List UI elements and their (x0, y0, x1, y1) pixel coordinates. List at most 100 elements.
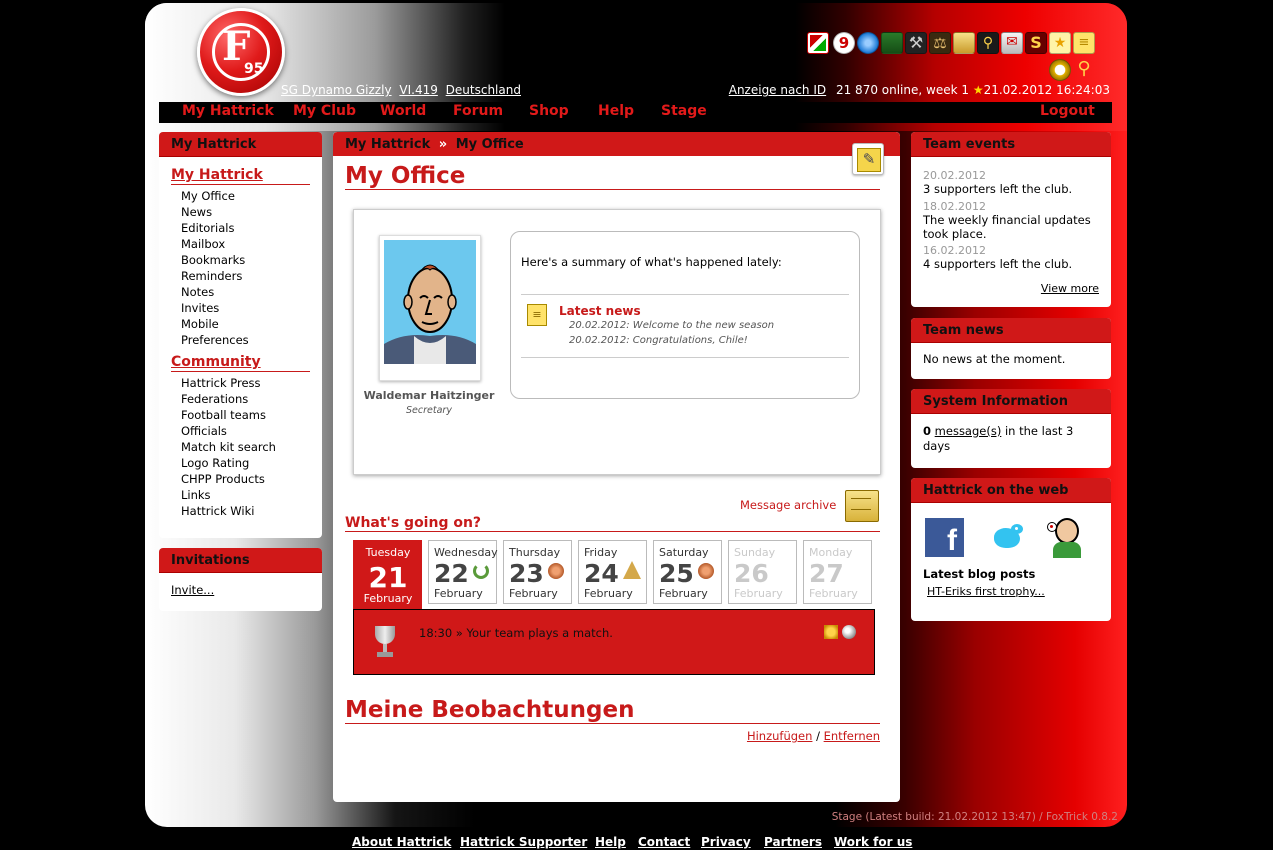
nav-forum[interactable]: Forum (453, 103, 503, 119)
trophy-icon (370, 626, 400, 660)
blog-mascot-icon[interactable] (1047, 516, 1087, 558)
footer-help-link[interactable]: Help (595, 835, 626, 849)
menu-item-officials[interactable]: Officials (181, 423, 322, 439)
ball-icon[interactable] (842, 625, 856, 639)
calendar-day[interactable]: Monday 27 February (803, 540, 872, 604)
globe-icon[interactable] (857, 32, 879, 54)
watchlist-add-link[interactable]: Hinzufügen (747, 729, 812, 743)
day-number: 23 (509, 559, 544, 588)
swirl-icon[interactable]: S (1025, 32, 1047, 54)
team-name-link[interactable]: SG Dynamo Gizzly (281, 83, 392, 97)
book-icon[interactable] (953, 32, 975, 54)
calendar-day-today[interactable]: Tuesday 21 February (353, 540, 422, 612)
secretary-image (384, 240, 476, 364)
message-archive-link[interactable]: Message archive (740, 498, 836, 512)
menu-item-logo-rating[interactable]: Logo Rating (181, 455, 322, 471)
club-logo[interactable]: F 95 (197, 8, 285, 96)
summary-bubble: Here's a summary of what's happened late… (510, 231, 860, 399)
footer-contact-link[interactable]: Contact (638, 835, 690, 849)
flag-icon[interactable] (807, 32, 829, 54)
menu-item-hattrick-wiki[interactable]: Hattrick Wiki (181, 503, 322, 519)
nav-stage[interactable]: Stage (661, 103, 707, 119)
watchlist-title: Meine Beobachtungen (345, 697, 880, 724)
menu-section-community[interactable]: Community (171, 354, 310, 372)
menu-item-news[interactable]: News (181, 204, 322, 220)
invite-link[interactable]: Invite... (171, 583, 310, 597)
calendar-day[interactable]: Sunday 26 February (728, 540, 797, 604)
menu-item-football-teams[interactable]: Football teams (181, 407, 322, 423)
server-datetime: 21.02.2012 16:24:03 (983, 83, 1110, 97)
menu-item-reminders[interactable]: Reminders (181, 268, 322, 284)
day-name: Friday (584, 546, 618, 559)
menu-item-federations[interactable]: Federations (181, 391, 322, 407)
gavel-icon[interactable]: ⚖ (929, 32, 951, 54)
country-link[interactable]: Deutschland (446, 83, 521, 97)
day-month: February (509, 587, 558, 600)
team-icon[interactable] (881, 32, 903, 54)
news-item[interactable]: 20.02.2012: Congratulations, Chile! (569, 335, 748, 346)
logo-number: 95 (244, 61, 264, 77)
menu-item-notes[interactable]: Notes (181, 284, 322, 300)
match-icon[interactable] (824, 625, 838, 639)
menu-item-editorials[interactable]: Editorials (181, 220, 322, 236)
nav-logout[interactable]: Logout (1040, 103, 1095, 119)
menu-item-chpp-products[interactable]: CHPP Products (181, 471, 322, 487)
menu-item-links[interactable]: Links (181, 487, 322, 503)
nav-help[interactable]: Help (598, 103, 634, 119)
footer-work-link[interactable]: Work for us (834, 835, 912, 849)
search-icon[interactable]: ⚲ (977, 32, 999, 54)
menu-item-my-office[interactable]: My Office (181, 188, 322, 204)
breadcrumb: My Hattrick » My Office (333, 132, 900, 156)
league-link[interactable]: VI.419 (399, 83, 437, 97)
event-text: 4 supporters left the club. (923, 257, 1073, 271)
menu-item-hattrick-press[interactable]: Hattrick Press (181, 375, 322, 391)
calendar-day[interactable]: Saturday 25 February (653, 540, 722, 604)
day-month: February (659, 587, 708, 600)
messages-link[interactable]: message(s) (935, 424, 1002, 438)
day-number: 24 (584, 559, 619, 588)
menu-item-invites[interactable]: Invites (181, 300, 322, 316)
star-note-icon[interactable]: ★ (1049, 32, 1071, 54)
latest-news-title[interactable]: Latest news (559, 304, 641, 318)
twitter-icon[interactable] (991, 520, 1025, 554)
calendar-day[interactable]: Thursday 23 February (503, 540, 572, 604)
menu-section-my-hattrick[interactable]: My Hattrick (171, 167, 310, 185)
page-frame: F 95 SG Dynamo Gizzly VI.419 Deutschland… (145, 3, 1127, 827)
menu-item-mobile[interactable]: Mobile (181, 316, 322, 332)
mail-icon[interactable]: ✉ (1001, 32, 1023, 54)
footer-privacy-link[interactable]: Privacy (701, 835, 751, 849)
facebook-icon[interactable]: f (925, 518, 964, 557)
stage-info: Stage (Latest build: 21.02.2012 13:47) /… (831, 811, 1118, 823)
blog-post-link[interactable]: HT-Eriks first trophy... (927, 585, 1045, 598)
footer-partners-link[interactable]: Partners (764, 835, 822, 849)
left-menu-header: My Hattrick (159, 132, 322, 157)
nav-my-hattrick[interactable]: My Hattrick (182, 103, 274, 119)
menu-item-mailbox[interactable]: Mailbox (181, 236, 322, 252)
event-text: 3 supporters left the club. (923, 182, 1073, 196)
news-item[interactable]: 20.02.2012: Welcome to the new season (569, 320, 774, 331)
breadcrumb-my-hattrick[interactable]: My Hattrick (345, 137, 430, 152)
menu-item-preferences[interactable]: Preferences (181, 332, 322, 348)
nine-icon[interactable]: 9 (833, 32, 855, 54)
footer-about-link[interactable]: About Hattrick (352, 835, 451, 849)
footer-supporter-link[interactable]: Hattrick Supporter (460, 835, 587, 849)
event-text[interactable]: 18:30 » Your team plays a match. (419, 626, 613, 640)
calendar-day[interactable]: Friday 24 February (578, 540, 647, 604)
nav-my-club[interactable]: My Club (293, 103, 356, 119)
calendar-day[interactable]: Wednesday 22 February (428, 540, 498, 604)
id-display-link[interactable]: Anzeige nach ID (729, 83, 826, 97)
system-info-text: 0 message(s) in the last 3 days (923, 424, 1099, 454)
nav-shop[interactable]: Shop (529, 103, 569, 119)
tools-icon[interactable]: ⚒ (905, 32, 927, 54)
training-icon (698, 563, 714, 579)
menu-item-bookmarks[interactable]: Bookmarks (181, 252, 322, 268)
view-more-link[interactable]: View more (1041, 282, 1099, 295)
my-hattrick-menu: My Office News Editorials Mailbox Bookma… (181, 188, 322, 348)
magnifier-icon[interactable]: ⚲ (1073, 59, 1095, 81)
day-name: Sunday (734, 546, 776, 559)
menu-item-match-kit-search[interactable]: Match kit search (181, 439, 322, 455)
watchlist-remove-link[interactable]: Entfernen (824, 729, 880, 743)
notes-icon[interactable]: ≡ (1073, 32, 1095, 54)
clock-icon[interactable] (1049, 59, 1071, 81)
nav-world[interactable]: World (380, 103, 426, 119)
